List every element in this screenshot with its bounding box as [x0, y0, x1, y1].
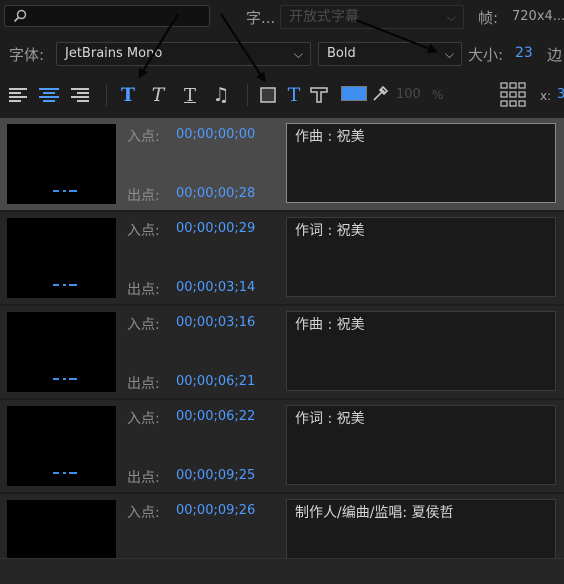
- subtitle-label: 字...: [246, 9, 276, 27]
- chevron-down-icon: ⌵: [293, 47, 303, 61]
- in-point-timecode[interactable]: 00;00;00;00: [176, 127, 255, 142]
- font-style-value: Bold: [327, 46, 356, 61]
- opacity-value[interactable]: 100: [396, 87, 421, 102]
- caption-thumbnail: [7, 124, 116, 204]
- caption-row[interactable]: 入点: 00;00;06;22 出点: 00;00;09;25 作词 : 祝美: [0, 400, 564, 492]
- frame-label: 帧:: [478, 9, 499, 27]
- bold-icon[interactable]: T: [118, 84, 138, 106]
- out-point-label: 出点:: [127, 376, 160, 392]
- background-box-icon[interactable]: [259, 86, 277, 104]
- chevron-down-icon: ⌵: [444, 47, 454, 61]
- caption-row[interactable]: 入点: 00;00;00;29 出点: 00;00;03;14 作词 : 祝美: [0, 212, 564, 304]
- caption-row[interactable]: 入点: 00;00;09;26 制作人/编曲/监唱: 夏侯哲: [0, 494, 564, 558]
- caption-text-field[interactable]: 制作人/编曲/监唱: 夏侯哲: [286, 499, 556, 558]
- in-point-label: 入点:: [127, 317, 160, 333]
- size-label: 大小:: [468, 46, 504, 64]
- in-point-label: 入点:: [127, 129, 160, 145]
- in-point-timecode[interactable]: 00;00;06;22: [176, 409, 255, 424]
- caption-row[interactable]: 入点: 00;00;03;16 出点: 00;00;06;21 作曲 : 祝美: [0, 306, 564, 398]
- fill-color-chip: [342, 87, 366, 100]
- text-fill-icon[interactable]: T: [284, 84, 304, 106]
- align-left-icon[interactable]: [8, 86, 28, 104]
- out-point-timecode[interactable]: 00;00;00;28: [176, 186, 255, 201]
- align-right-icon[interactable]: [70, 86, 90, 104]
- out-point-timecode[interactable]: 00;00;06;21: [176, 374, 255, 389]
- position-grid-icon[interactable]: [500, 82, 526, 108]
- caption-text-field[interactable]: 作曲 : 祝美: [286, 123, 556, 203]
- caption-text-field[interactable]: 作词 : 祝美: [286, 405, 556, 485]
- in-point-timecode[interactable]: 00;00;00;29: [176, 221, 255, 236]
- font-family-value: JetBrains Mono: [65, 46, 163, 61]
- caption-preview-mark: [53, 284, 77, 286]
- frame-size-value[interactable]: 720x4...: [512, 9, 564, 24]
- italic-icon[interactable]: T: [148, 84, 168, 106]
- in-point-timecode[interactable]: 00;00;03;16: [176, 315, 255, 330]
- font-label: 字体:: [9, 46, 45, 64]
- out-point-label: 出点:: [127, 282, 160, 298]
- underline-icon[interactable]: T: [180, 84, 200, 106]
- chevron-down-icon: ⌵: [446, 10, 456, 24]
- toolbar-divider: [106, 84, 107, 106]
- font-size-value[interactable]: 23: [515, 45, 533, 61]
- status-bar: [0, 558, 564, 584]
- caption-preview-mark: [53, 378, 77, 380]
- x-label: x:: [540, 89, 552, 103]
- text-outline-icon[interactable]: [308, 84, 330, 106]
- subtitle-type-select[interactable]: 开放式字幕 ⌵: [280, 5, 464, 29]
- search-field[interactable]: [4, 5, 210, 27]
- search-icon: [13, 9, 27, 23]
- caption-thumbnail: [7, 500, 116, 558]
- out-point-label: 出点:: [127, 470, 160, 486]
- edge-label: 边: [547, 46, 563, 64]
- caption-row[interactable]: 入点: 00;00;00;00 出点: 00;00;00;28 作曲 : 祝美: [0, 118, 564, 210]
- caption-preview-mark: [53, 190, 77, 192]
- align-center-icon[interactable]: [38, 86, 60, 104]
- x-value[interactable]: 3: [557, 87, 564, 102]
- out-point-timecode[interactable]: 00;00;03;14: [176, 280, 255, 295]
- toolbar-divider: [247, 84, 248, 106]
- caption-list: 入点: 00;00;00;00 出点: 00;00;00;28 作曲 : 祝美 …: [0, 118, 564, 558]
- caption-preview-mark: [53, 472, 77, 474]
- in-point-label: 入点:: [127, 223, 160, 239]
- in-point-timecode[interactable]: 00;00;09;26: [176, 503, 255, 518]
- in-point-label: 入点:: [127, 411, 160, 427]
- caption-thumbnail: [7, 312, 116, 392]
- font-family-select[interactable]: JetBrains Mono ⌵: [56, 42, 311, 66]
- in-point-label: 入点:: [127, 505, 160, 521]
- font-style-select[interactable]: Bold ⌵: [318, 42, 462, 66]
- subtitle-type-value: 开放式字幕: [289, 9, 359, 25]
- music-note-icon[interactable]: ♫: [211, 84, 231, 106]
- eyedropper-icon[interactable]: [370, 84, 390, 104]
- out-point-timecode[interactable]: 00;00;09;25: [176, 468, 255, 483]
- caption-text-field[interactable]: 作曲 : 祝美: [286, 311, 556, 391]
- caption-thumbnail: [7, 406, 116, 486]
- caption-text-field[interactable]: 作词 : 祝美: [286, 217, 556, 297]
- fill-color-swatch[interactable]: [341, 86, 367, 101]
- out-point-label: 出点:: [127, 188, 160, 204]
- opacity-unit: %: [432, 88, 444, 102]
- caption-thumbnail: [7, 218, 116, 298]
